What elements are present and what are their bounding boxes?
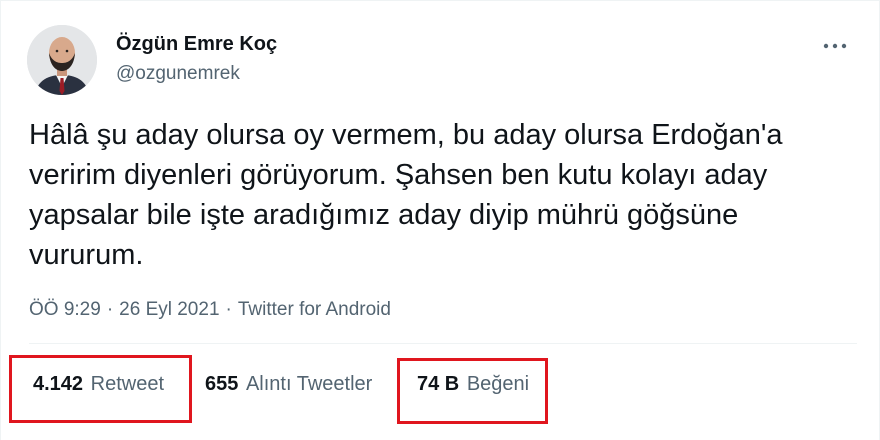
quote-count: 655: [205, 373, 239, 395]
tweet-text: Hâlâ şu aday olursa oy vermem, bu aday o…: [29, 119, 783, 271]
author-handle[interactable]: @ozgunemrek: [116, 63, 240, 85]
meta-separator: ·: [225, 299, 232, 320]
tweet-time[interactable]: ÖÖ 9:29: [29, 299, 101, 320]
tweet-meta: ÖÖ 9:29 · 26 Eyl 2021 · Twitter for Android: [29, 299, 391, 321]
quote-label: Alıntı Tweetler: [245, 373, 373, 395]
tweet-source[interactable]: Twitter for Android: [238, 299, 391, 320]
highlight-box-retweets: [9, 355, 192, 423]
tweet-card: Özgün Emre Koç @ozgunemrek Hâlâ şu aday …: [0, 0, 880, 440]
more-dots-icon[interactable]: [813, 31, 857, 61]
highlight-box-likes: [397, 358, 548, 424]
tweet-date[interactable]: 26 Eyl 2021: [119, 299, 219, 320]
divider: [29, 343, 857, 344]
avatar[interactable]: [27, 25, 97, 95]
quote-tweets-stat[interactable]: 655 Alıntı Tweetler: [205, 373, 372, 396]
meta-separator: ·: [106, 299, 114, 320]
author-display-name[interactable]: Özgün Emre Koç: [116, 33, 277, 56]
